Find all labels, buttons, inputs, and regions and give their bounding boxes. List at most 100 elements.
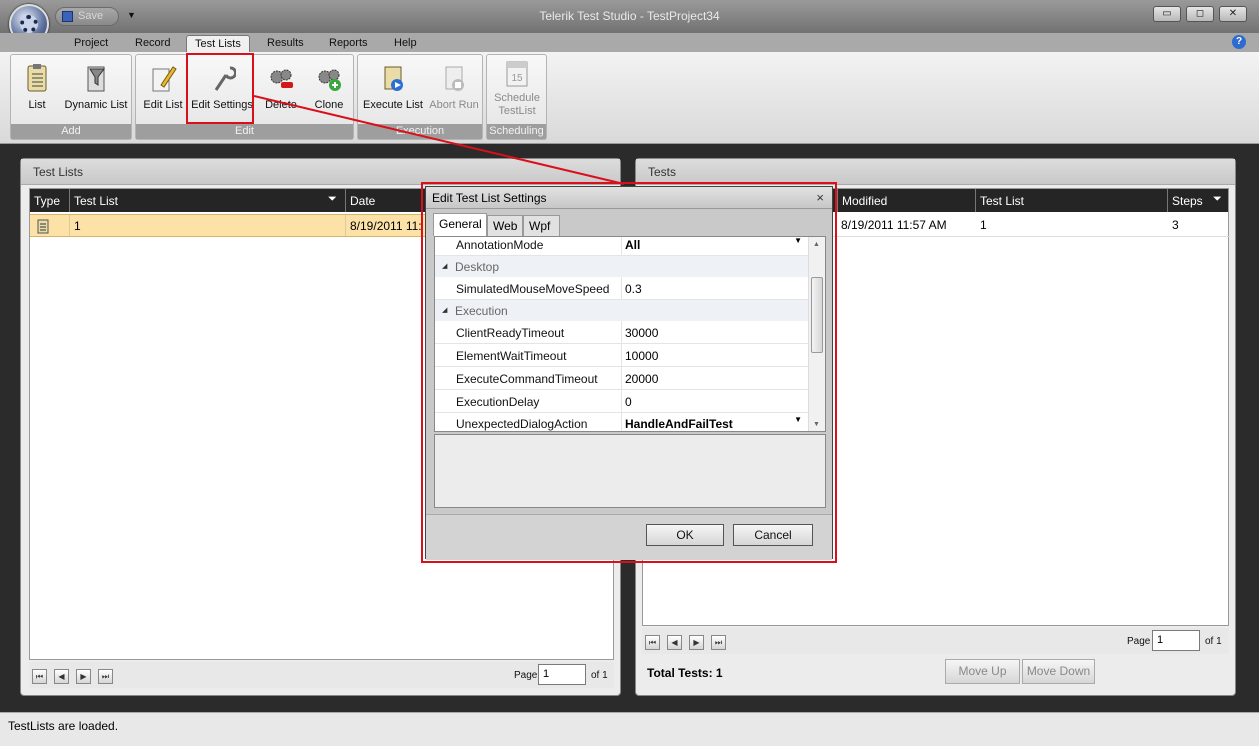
tab-results[interactable]: Results <box>259 35 312 53</box>
move-down-button[interactable]: Move Down <box>1022 659 1095 684</box>
delete-button[interactable]: Delete <box>260 63 302 111</box>
abort-run-button[interactable]: Abort Run <box>427 63 481 111</box>
tab-project[interactable]: Project <box>66 35 116 53</box>
next-page-button[interactable]: ▶ <box>76 669 91 684</box>
close-button[interactable]: ✕ <box>1219 6 1247 22</box>
pencil-icon <box>149 63 177 93</box>
cell-steps: 3 <box>1172 218 1179 232</box>
last-page-button[interactable]: ⏭ <box>98 669 113 684</box>
total-tests: Total Tests: 1 <box>647 666 723 680</box>
vertical-scrollbar[interactable]: ▲ ▼ <box>808 237 825 431</box>
gear-icon <box>20 15 38 33</box>
tab-general[interactable]: General <box>433 213 487 236</box>
left-pager: ⏮ ◀ ▶ ⏭ Page 1 of 1 <box>29 662 614 688</box>
property-row[interactable]: ExecutionDelay 0 <box>435 390 808 413</box>
property-row[interactable]: ExecuteCommandTimeout 20000 <box>435 367 808 390</box>
tab-web[interactable]: Web <box>487 215 523 236</box>
property-value[interactable]: 0 <box>621 390 808 412</box>
execute-list-label: Execute List <box>363 99 423 111</box>
tab-record[interactable]: Record <box>127 35 178 53</box>
description-panel <box>434 434 826 508</box>
dialog-title: Edit Test List Settings <box>432 191 547 205</box>
dropdown-arrow-icon[interactable]: ▼ <box>794 415 802 424</box>
page-input[interactable]: 1 <box>1152 630 1200 651</box>
group-label-execution: Execution <box>358 124 482 139</box>
category-desktop[interactable]: ◢ Desktop <box>435 256 808 277</box>
dialog-title-bar: Edit Test List Settings × <box>426 187 832 209</box>
dynamic-list-button[interactable]: Dynamic List <box>63 63 129 111</box>
edit-list-button[interactable]: Edit List <box>140 63 186 111</box>
list-button[interactable]: List <box>17 63 57 111</box>
property-row[interactable]: ElementWaitTimeout 10000 <box>435 344 808 367</box>
ribbon-group-add: List Dynamic List Add <box>10 54 132 140</box>
filter-list-icon <box>82 63 110 93</box>
filter-icon[interactable]: ⏷ <box>328 193 337 206</box>
last-page-button[interactable]: ⏭ <box>711 635 726 650</box>
column-test-list[interactable]: Test List <box>976 189 1168 212</box>
abort-run-label: Abort Run <box>429 99 479 111</box>
save-icon <box>62 10 73 22</box>
property-value[interactable]: 30000 <box>621 321 808 343</box>
page-label: Page <box>1127 636 1151 647</box>
page-input[interactable]: 1 <box>538 664 586 685</box>
filter-icon[interactable]: ⏷ <box>1213 193 1222 206</box>
first-page-button[interactable]: ⏮ <box>32 669 47 684</box>
clone-label: Clone <box>314 99 344 111</box>
property-value[interactable]: 10000 <box>621 344 808 366</box>
page-count: of 1 <box>591 670 608 681</box>
property-value[interactable]: 0.3 <box>621 277 808 299</box>
cancel-button[interactable]: Cancel <box>733 524 813 546</box>
menu-bar: Project Record Test Lists Results Report… <box>0 33 1259 53</box>
prev-page-button[interactable]: ◀ <box>667 635 682 650</box>
execute-list-button[interactable]: Execute List <box>362 63 424 111</box>
property-grid: AnnotationMode All ▼ ◢ Desktop SimulatedMou… <box>434 236 826 432</box>
group-label-scheduling: Scheduling <box>487 124 546 139</box>
tab-wpf[interactable]: Wpf <box>523 215 560 236</box>
edit-test-list-settings-dialog: Edit Test List Settings × General Web Wpf… <box>425 186 833 560</box>
abort-icon <box>440 63 468 93</box>
svg-text:15: 15 <box>511 73 523 84</box>
category-execution[interactable]: ◢ Execution <box>435 300 808 321</box>
status-text: TestLists are loaded. <box>8 719 119 733</box>
close-icon[interactable]: × <box>816 190 824 205</box>
minimize-button[interactable]: ▭ <box>1153 6 1181 22</box>
property-row[interactable]: UnexpectedDialogAction HandleAndFailTest ▼ <box>435 412 808 431</box>
schedule-label: Schedule TestList <box>494 92 540 117</box>
next-page-button[interactable]: ▶ <box>689 635 704 650</box>
column-type[interactable]: Type <box>30 189 70 212</box>
clone-button[interactable]: Clone <box>308 63 350 111</box>
maximize-button[interactable]: ◻ <box>1186 6 1214 22</box>
tab-help[interactable]: Help <box>386 35 425 53</box>
execute-icon <box>379 63 407 93</box>
move-up-button[interactable]: Move Up <box>945 659 1020 684</box>
quick-save-button[interactable]: Save <box>55 7 119 26</box>
schedule-testlist-button[interactable]: 15 Schedule TestList <box>489 59 545 118</box>
quick-access-dropdown-icon[interactable]: ▼ <box>127 10 136 20</box>
property-row[interactable]: SimulatedMouseMoveSpeed 0.3 <box>435 277 808 300</box>
cell-test-list: 1 <box>70 215 346 236</box>
property-row[interactable]: ClientReadyTimeout 30000 <box>435 321 808 344</box>
collapse-icon[interactable]: ◢ <box>442 306 447 314</box>
ok-button[interactable]: OK <box>646 524 724 546</box>
scroll-down-icon[interactable]: ▼ <box>813 421 820 428</box>
tab-reports[interactable]: Reports <box>321 35 376 53</box>
prev-page-button[interactable]: ◀ <box>54 669 69 684</box>
tab-test-lists[interactable]: Test Lists <box>186 35 250 53</box>
right-pager: ⏮ ◀ ▶ ⏭ Page 1 of 1 <box>642 628 1229 654</box>
scroll-up-icon[interactable]: ▲ <box>813 241 820 248</box>
cell-modified: 8/19/2011 11:57 AM <box>841 218 947 232</box>
column-test-list[interactable]: Test List <box>70 189 346 212</box>
group-label-add: Add <box>11 124 131 139</box>
column-modified[interactable]: Modified <box>837 189 976 212</box>
scroll-thumb[interactable] <box>811 277 823 353</box>
dropdown-arrow-icon[interactable]: ▼ <box>794 237 802 245</box>
collapse-icon[interactable]: ◢ <box>442 262 447 270</box>
first-page-button[interactable]: ⏮ <box>645 635 660 650</box>
clipboard-icon <box>23 63 51 93</box>
property-row[interactable]: AnnotationMode All ▼ <box>435 237 808 256</box>
help-icon[interactable]: ? <box>1232 35 1246 49</box>
property-value[interactable]: 20000 <box>621 367 808 389</box>
delete-label: Delete <box>265 99 297 111</box>
delete-gear-icon <box>267 63 295 93</box>
edit-list-label: Edit List <box>143 99 183 111</box>
